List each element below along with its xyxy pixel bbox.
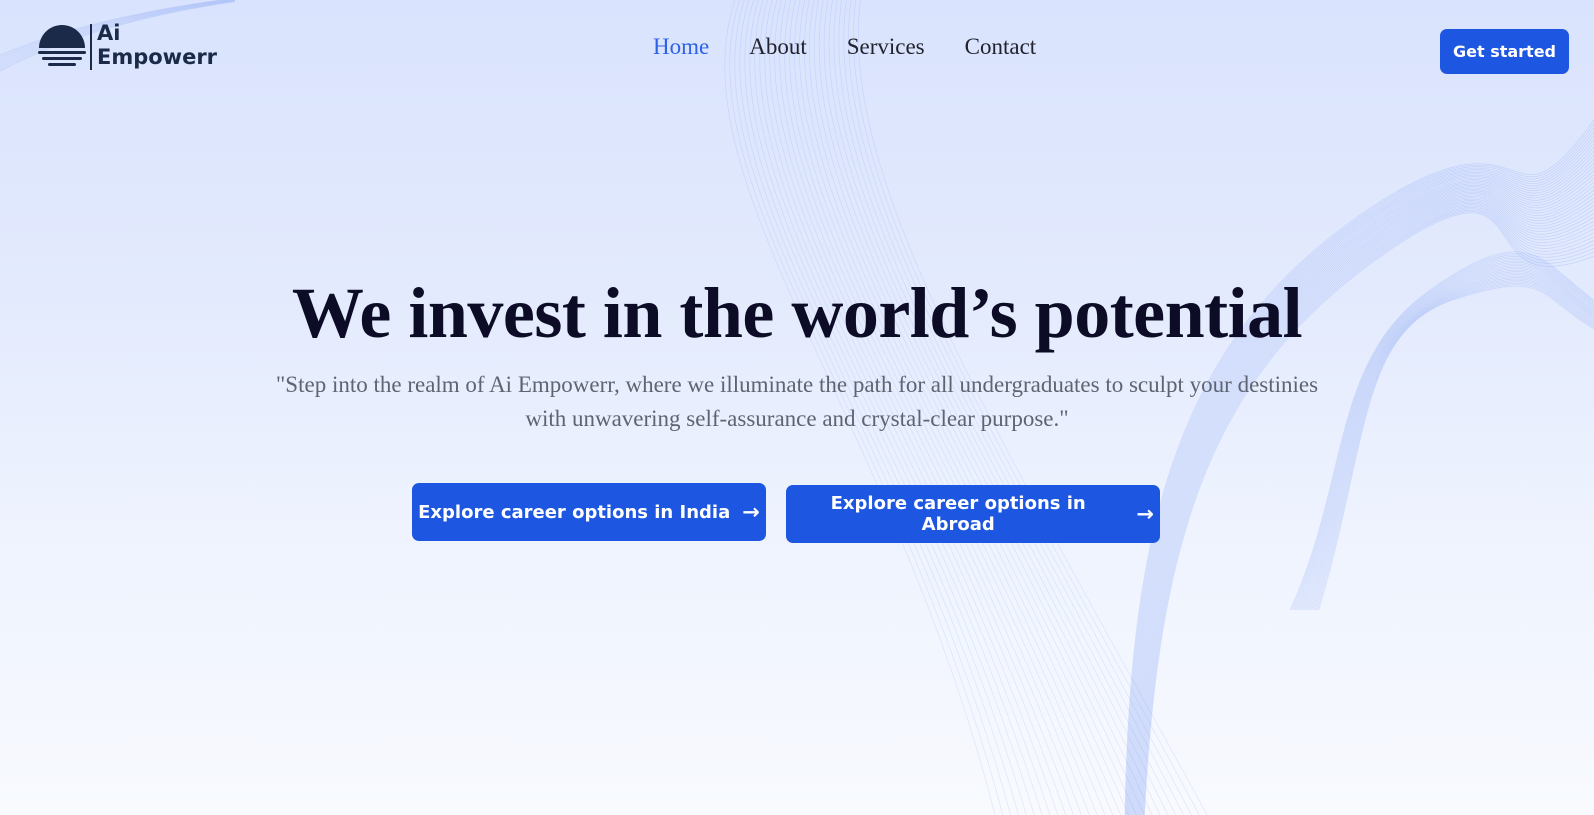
wave-line [1130,158,1594,815]
arrow-right-icon: → [742,499,760,524]
wave-line [1126,135,1594,815]
wave-line [1129,150,1594,815]
arrow-right-icon: → [1136,501,1154,526]
wave-line [1126,131,1594,815]
explore-india-label: Explore career options in India [418,501,731,523]
hero-title: We invest in the world’s potential [291,273,1303,353]
brand-name: Ai Empowerr [97,21,217,69]
nav-link-contact[interactable]: Contact [965,34,1037,60]
explore-india-button[interactable]: Explore career options in India → [412,483,766,541]
nav-link-services[interactable]: Services [847,34,925,60]
wave-line [1125,127,1594,815]
wave-line [1124,119,1594,815]
wave-line [1127,143,1594,815]
wave-line [1129,154,1594,815]
explore-abroad-label: Explore career options in Abroad [830,493,1086,535]
wave-line [1125,123,1594,815]
explore-abroad-button[interactable]: Explore career options in Abroad → [786,485,1160,543]
brand-name-line1: Ai [97,21,121,45]
wave-line [1131,170,1594,815]
wave-line [1128,146,1594,815]
wave-line [1127,139,1594,815]
brand-name-line2: Empowerr [97,45,218,69]
logo-divider [90,24,92,70]
wave-line [1130,162,1594,815]
nav-link-home[interactable]: Home [653,34,709,60]
wave-lines-right [1124,119,1594,815]
sunset-logo-icon [38,25,86,66]
wave-line [1131,166,1594,815]
hero-subtitle: "Step into the realm of Ai Empowerr, whe… [275,372,1319,431]
get-started-button[interactable]: Get started [1440,29,1569,74]
brand-logo[interactable]: Ai Empowerr [38,21,218,72]
main-nav: Home About Services Contact [653,34,1036,60]
nav-link-about[interactable]: About [749,34,807,60]
